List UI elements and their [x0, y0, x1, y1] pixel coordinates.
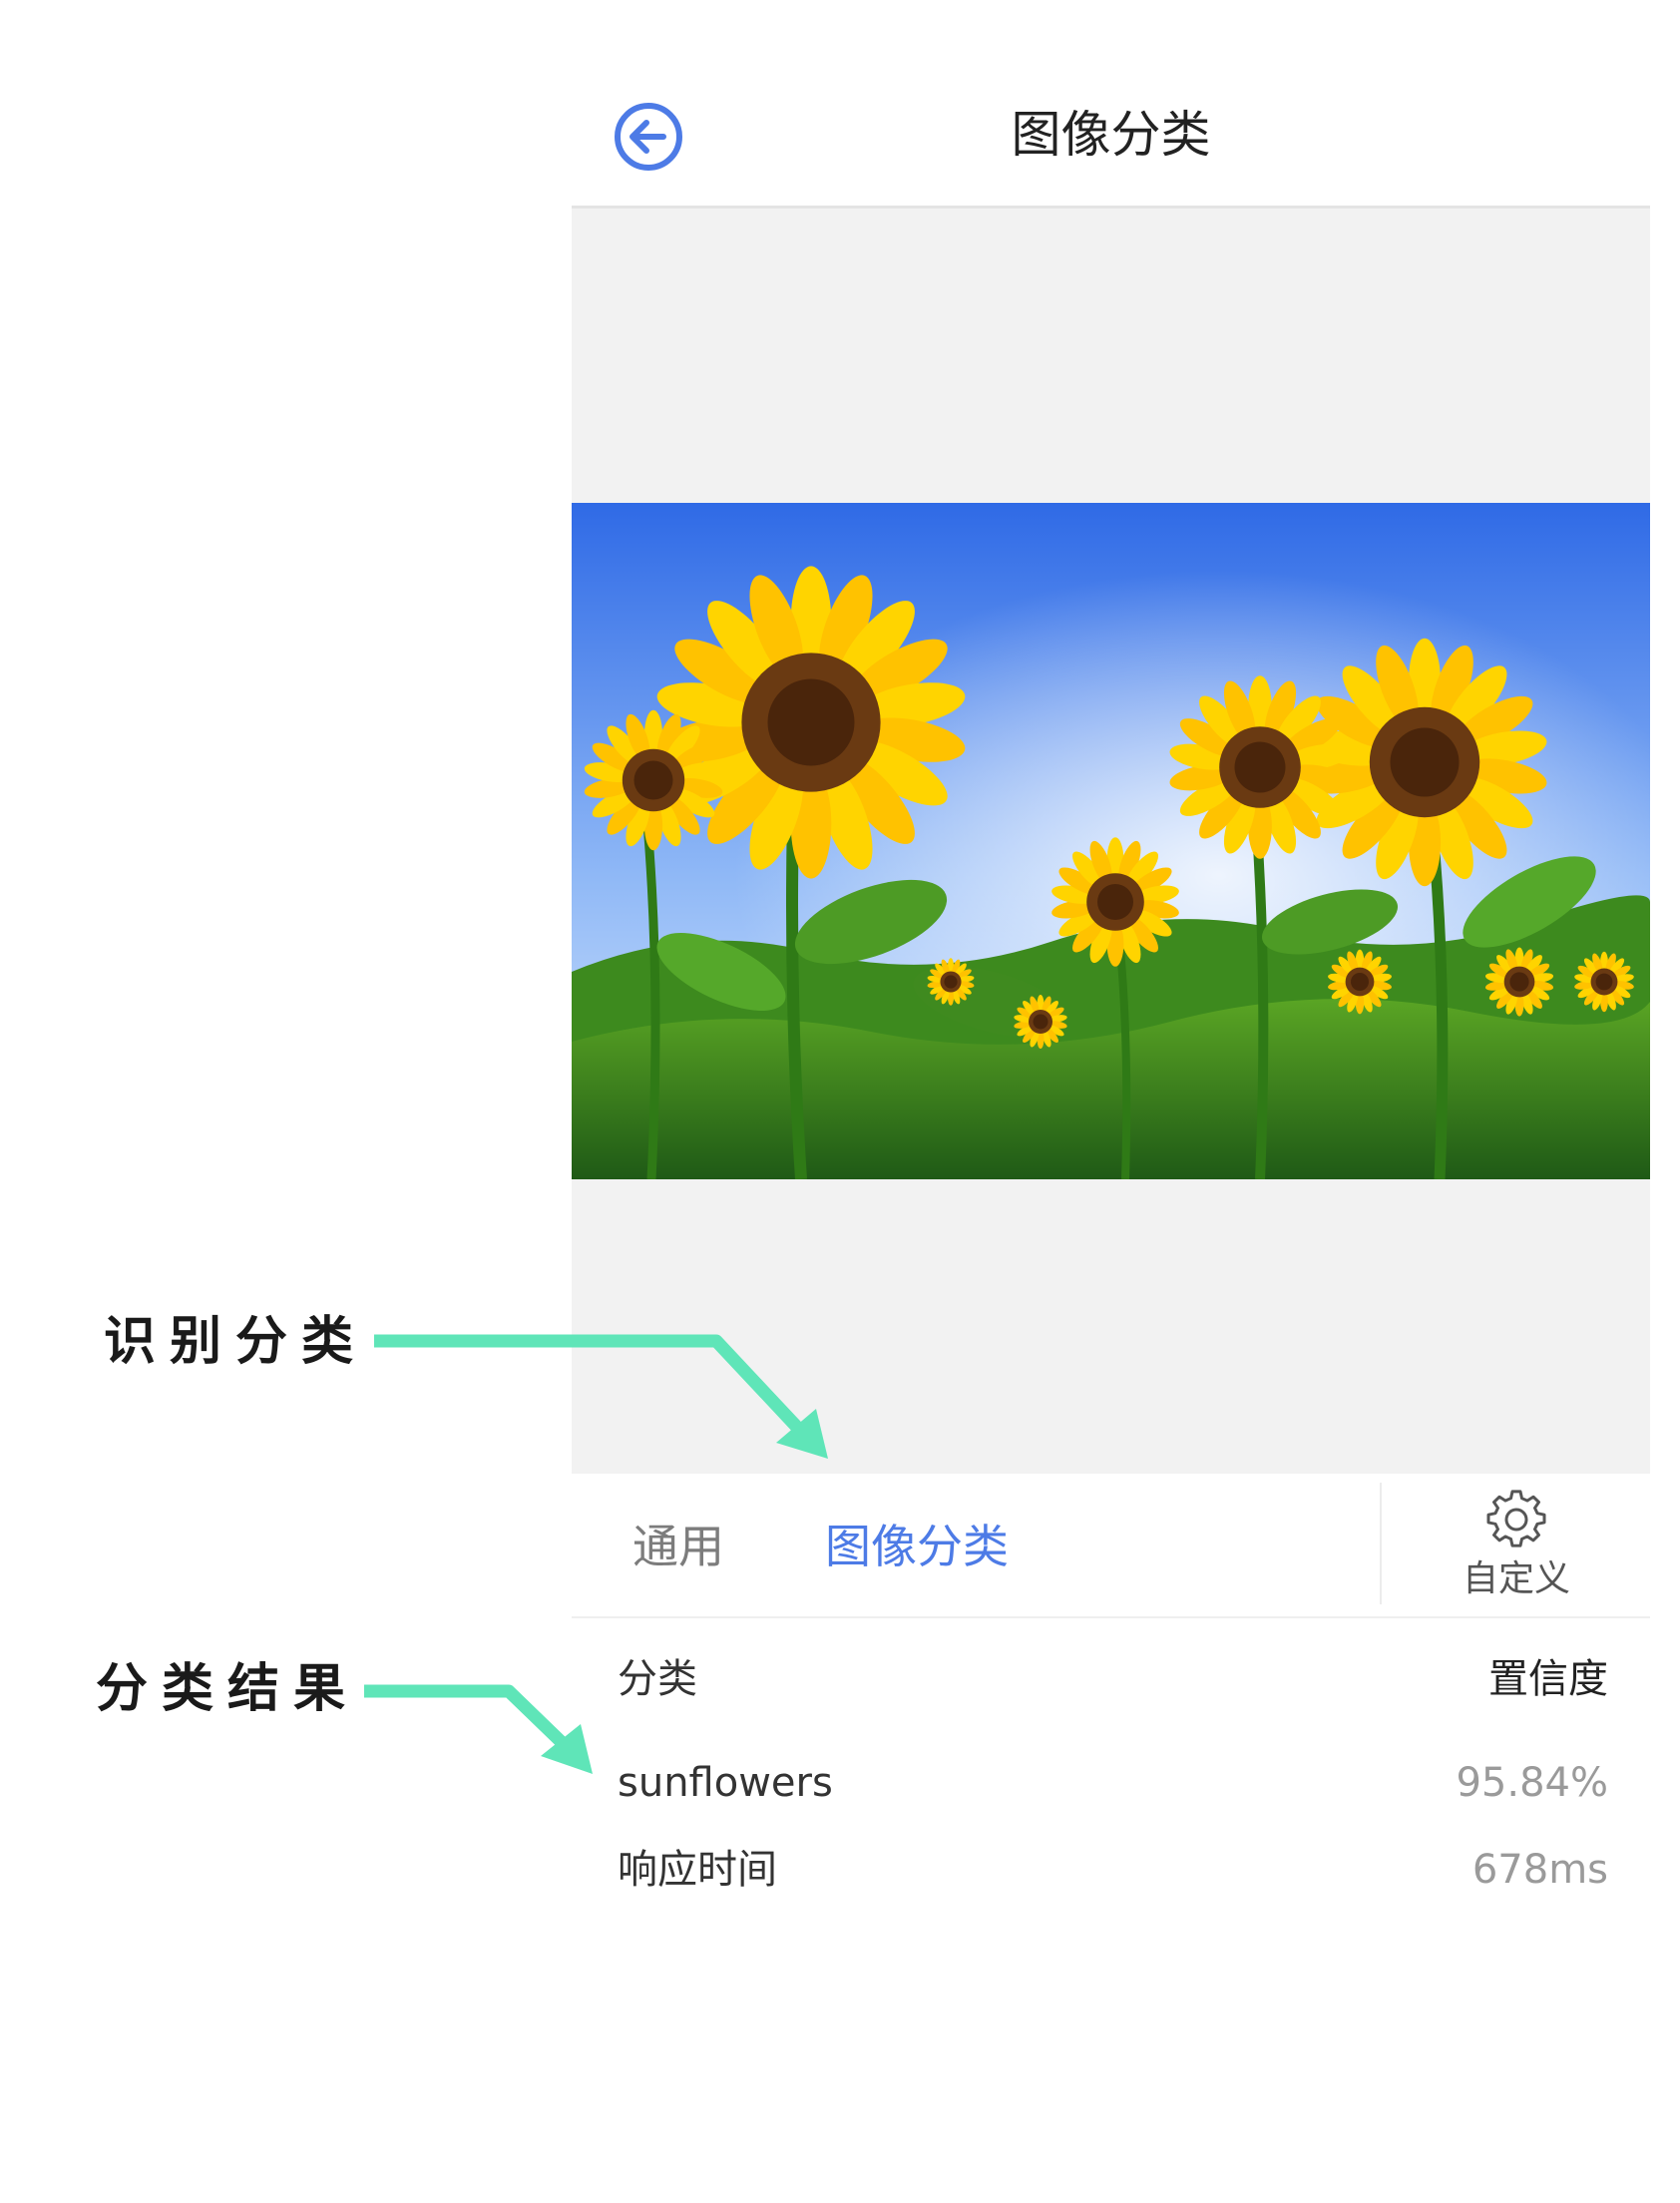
column-header-confidence: 置信度 — [1488, 1656, 1608, 1702]
tab-bottom-divider — [572, 1616, 1650, 1618]
custom-button[interactable]: 自定义 — [1383, 1474, 1650, 1616]
custom-label: 自定义 — [1462, 1558, 1570, 1599]
annotation-recognize-classify: 识别分类 — [104, 1312, 368, 1372]
tab-separator — [1380, 1483, 1382, 1604]
response-time-label: 响应时间 — [618, 1847, 777, 1893]
arrow-head-result — [541, 1724, 593, 1774]
gear-icon — [1486, 1490, 1546, 1547]
page-title: 图像分类 — [1011, 106, 1211, 164]
arrow-to-result — [364, 1684, 576, 1756]
result-confidence-value: 95.84% — [1456, 1760, 1608, 1806]
result-class-name: sunflowers — [618, 1760, 833, 1806]
tab-general[interactable]: 通用 — [632, 1517, 724, 1576]
annotation-classify-result: 分类结果 — [96, 1659, 360, 1719]
sunflower-photo — [572, 503, 1650, 1180]
column-header-class: 分类 — [618, 1656, 697, 1702]
response-time-value: 678ms — [1471, 1847, 1608, 1893]
tab-image-classify[interactable]: 图像分类 — [825, 1517, 1009, 1576]
